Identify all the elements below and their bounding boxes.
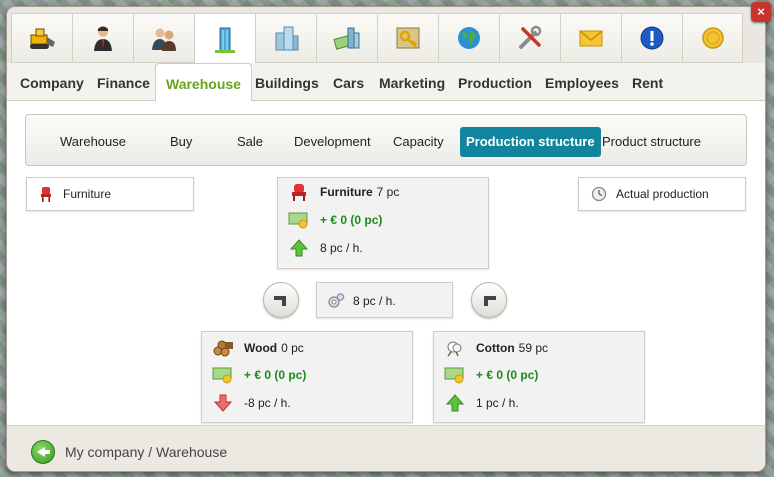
money-city-icon <box>333 27 360 50</box>
subnav-sale[interactable]: Sale <box>237 127 263 157</box>
input-name: Wood <box>244 341 278 355</box>
businessman-icon <box>94 26 112 51</box>
subnav-capacity[interactable]: Capacity <box>393 127 444 157</box>
tab-settings[interactable] <box>499 13 560 63</box>
menu-company[interactable]: Company <box>20 63 84 101</box>
chair-icon <box>292 184 306 201</box>
tab-world[interactable] <box>438 13 499 63</box>
input-card-wood[interactable]: Wood 0 pc + € 0 (0 pc) -8 pc / h. <box>201 331 413 423</box>
back-arrow-icon[interactable] <box>31 440 55 464</box>
logs-icon <box>213 340 233 357</box>
chair-icon <box>41 187 51 202</box>
input-quantity: 59 pc <box>518 341 549 355</box>
tab-staff[interactable] <box>133 13 194 63</box>
skyscraper-icon <box>215 27 235 53</box>
map-key-icon <box>396 27 420 49</box>
main-icon-toolbar <box>11 13 762 66</box>
envelope-icon <box>579 30 603 47</box>
main-content: Warehouse Buy Sale Development Capacity … <box>7 101 765 425</box>
info-icon <box>640 26 664 50</box>
pipe-right-icon <box>484 296 496 306</box>
subnav-production-structure[interactable]: Production structure <box>460 127 601 157</box>
tab-director[interactable] <box>72 13 133 63</box>
gears-icon <box>328 293 345 308</box>
tools-icon <box>519 25 542 49</box>
arrow-down-icon <box>213 394 233 412</box>
money-coins-icon <box>444 367 464 384</box>
tab-map[interactable] <box>377 13 438 63</box>
product-rate: 8 pc / h. <box>320 241 363 255</box>
tab-messages[interactable] <box>560 13 621 63</box>
menu-buildings[interactable]: Buildings <box>255 63 319 101</box>
menu-warehouse[interactable]: Warehouse <box>155 63 252 102</box>
process-rate: 8 pc / h. <box>353 294 396 308</box>
tab-buildings[interactable] <box>255 13 316 63</box>
subnav-warehouse[interactable]: Warehouse <box>60 127 126 157</box>
menu-cars[interactable]: Cars <box>333 63 364 101</box>
tab-info[interactable] <box>621 13 682 63</box>
tab-coins[interactable] <box>682 13 743 63</box>
input-card-cotton[interactable]: Cotton 59 pc + € 0 (0 pc) 1 pc / h. <box>433 331 645 423</box>
menu-rent[interactable]: Rent <box>632 63 663 101</box>
tab-construction[interactable] <box>11 13 72 63</box>
people-icon <box>152 28 176 51</box>
footer-bar: My company / Warehouse <box>7 425 765 471</box>
input-quantity: 0 pc <box>281 341 304 355</box>
breadcrumb: My company / Warehouse <box>65 444 228 460</box>
input-rate: -8 pc / h. <box>244 396 291 410</box>
pipe-left-icon <box>274 296 286 306</box>
input-money: + € 0 (0 pc) <box>244 368 307 382</box>
warehouse-window: Company Finance Warehouse Buildings Cars… <box>6 6 766 472</box>
menu-employees[interactable]: Employees <box>545 63 619 101</box>
menu-production[interactable]: Production <box>458 63 532 101</box>
product-card[interactable]: Furniture 7 pc + € 0 (0 pc) 8 pc / h. <box>277 177 489 269</box>
city-buildings-icon <box>275 26 299 51</box>
tab-company-building[interactable] <box>194 13 255 66</box>
warehouse-subnav: Warehouse Buy Sale Development Capacity … <box>25 114 747 166</box>
section-menu: Company Finance Warehouse Buildings Cars… <box>7 63 765 102</box>
close-button[interactable]: × <box>751 2 771 22</box>
menu-finance[interactable]: Finance <box>97 63 150 101</box>
pipe-left-button[interactable] <box>263 282 299 318</box>
pipe-right-button[interactable] <box>471 282 507 318</box>
arrow-up-icon <box>445 394 465 412</box>
bulldozer-icon <box>30 28 55 49</box>
arrow-up-icon <box>289 239 309 257</box>
cotton-icon <box>447 341 462 357</box>
production-mode-filter[interactable]: Actual production <box>578 177 746 211</box>
globe-icon <box>458 27 480 49</box>
money-coins-icon <box>288 212 308 229</box>
tab-finance[interactable] <box>316 13 377 63</box>
clock-icon <box>591 186 607 202</box>
process-card: 8 pc / h. <box>316 282 453 318</box>
subnav-product-structure[interactable]: Product structure <box>602 127 701 157</box>
product-name: Furniture <box>320 185 373 199</box>
coin-icon <box>701 27 724 49</box>
product-quantity: 7 pc <box>376 185 400 199</box>
menu-marketing[interactable]: Marketing <box>379 63 445 101</box>
product-filter[interactable]: Furniture <box>26 177 194 211</box>
money-coins-icon <box>212 367 232 384</box>
input-name: Cotton <box>476 341 515 355</box>
product-filter-label: Furniture <box>63 187 112 201</box>
input-money: + € 0 (0 pc) <box>476 368 539 382</box>
input-rate: 1 pc / h. <box>476 396 519 410</box>
production-mode-label: Actual production <box>616 187 709 201</box>
product-money: + € 0 (0 pc) <box>320 213 383 227</box>
subnav-buy[interactable]: Buy <box>170 127 192 157</box>
subnav-development[interactable]: Development <box>294 127 371 157</box>
